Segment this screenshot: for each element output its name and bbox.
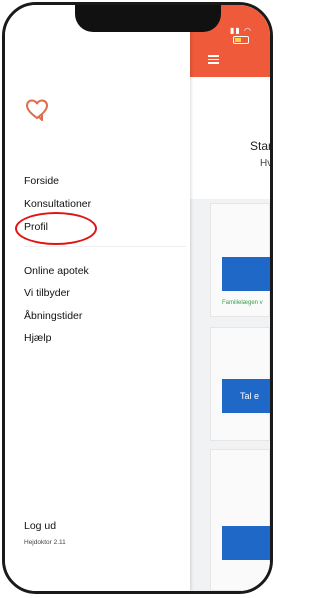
phone-frame: ▮▮ ◠ Star Hve Familielægen v Tal e Ta Fo… — [2, 2, 273, 594]
menu-item-hjaelp[interactable]: Hjælp — [24, 332, 51, 344]
signal-wifi-icon: ▮▮ ◠ — [230, 26, 253, 35]
menu-item-abningstider[interactable]: Åbningstider — [24, 310, 82, 322]
logout-link[interactable]: Log ud — [24, 520, 56, 532]
status-bar-icons: ▮▮ ◠ — [230, 26, 270, 44]
welcome-subtitle: Hve — [260, 158, 273, 169]
menu-item-online-apotek[interactable]: Online apotek — [24, 265, 89, 277]
family-doctor-note: Familielægen v — [222, 300, 263, 306]
welcome-card — [190, 77, 270, 199]
service-button[interactable]: Ta — [222, 526, 270, 560]
app-background: ▮▮ ◠ Star Hve Familielægen v Tal e Ta — [190, 5, 270, 591]
menu-item-forside[interactable]: Forside — [24, 175, 59, 187]
menu-item-vi-tilbyder[interactable]: Vi tilbyder — [24, 287, 70, 299]
battery-icon — [233, 35, 249, 44]
service-button[interactable] — [222, 257, 270, 291]
heart-logo-icon — [26, 99, 48, 121]
service-button[interactable]: Tal e — [222, 379, 270, 413]
phone-notch — [75, 5, 221, 32]
app-version: Hejdoktor 2.11 — [24, 539, 66, 546]
menu-item-konsultationer[interactable]: Konsultationer — [24, 198, 91, 210]
service-card — [210, 449, 270, 591]
menu-divider — [24, 246, 186, 247]
navigation-drawer: Forside Konsultationer Profil Online apo… — [5, 5, 190, 591]
highlight-circle — [15, 212, 97, 245]
hamburger-icon[interactable] — [208, 55, 219, 64]
welcome-title: Star — [250, 139, 273, 153]
